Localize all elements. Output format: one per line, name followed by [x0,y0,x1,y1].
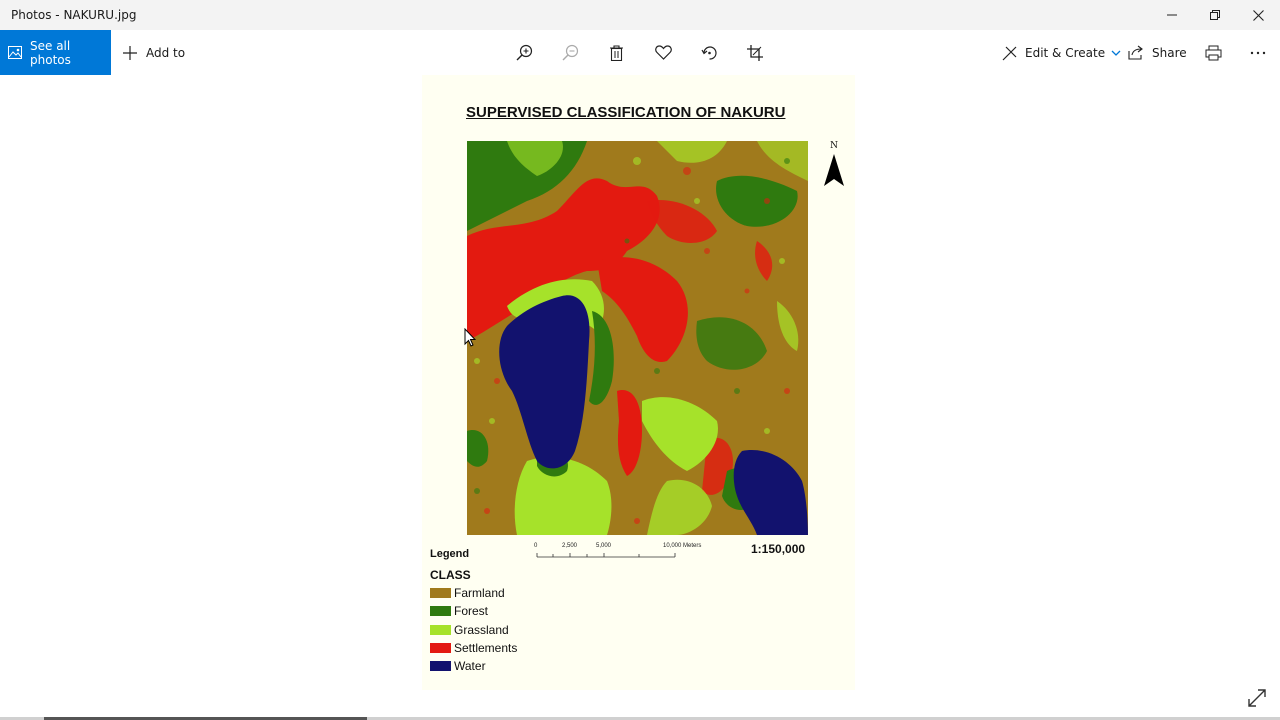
legend-label: Grassland [454,623,509,637]
toolbar: See all photos Add to Edit & Create Shar… [0,30,1280,75]
north-arrow-icon: N [824,141,844,186]
rotate-icon [701,46,717,60]
add-to-label: Add to [146,45,186,60]
legend-swatch [430,643,451,653]
delete-button[interactable] [609,30,624,75]
minimize-icon [1167,14,1177,16]
legend-item-farmland: Farmland [430,586,505,600]
legend-item-settlements: Settlements [430,641,517,655]
trash-icon [610,44,623,61]
edit-create-button[interactable]: Edit & Create [1002,30,1121,75]
legend-swatch [430,606,451,616]
legend-label: Farmland [454,586,505,600]
classification-map [467,141,808,535]
zoom-out-button[interactable] [562,30,579,75]
more-icon [1250,51,1266,54]
minimize-button[interactable] [1150,0,1194,30]
print-button[interactable] [1205,30,1222,75]
mouse-cursor-icon [464,328,476,347]
crop-icon [747,44,763,61]
photo-viewer: SUPERVISED CLASSIFICATION OF NAKURU N 0 … [0,75,1280,720]
rotate-button[interactable] [701,30,718,75]
restore-icon [1210,10,1220,20]
window-title: Photos - NAKURU.jpg [11,8,137,22]
legend-item-grassland: Grassland [430,623,509,637]
displayed-photo[interactable]: SUPERVISED CLASSIFICATION OF NAKURU N 0 … [422,75,855,690]
printer-icon [1205,45,1222,60]
legend-item-water: Water [430,659,486,673]
legend-label: Forest [454,604,489,618]
north-label: N [830,141,838,151]
scale-ratio: 1:150,000 [751,542,806,556]
map-title: SUPERVISED CLASSIFICATION OF NAKURU [466,104,786,121]
scale-tick-10000: 10,000 Meters [663,543,702,549]
edit-create-icon [1002,46,1017,60]
close-button[interactable] [1236,0,1280,30]
close-icon [1252,9,1264,21]
scale-tick-2500: 2,500 [562,543,578,549]
classification-map-image [467,141,808,535]
zoom-out-icon [562,44,579,61]
favorite-button[interactable] [655,30,672,75]
title-bar: Photos - NAKURU.jpg [0,0,1280,30]
heart-icon [655,45,672,60]
share-icon [1128,45,1143,60]
photos-icon [8,46,22,59]
crop-button[interactable] [747,30,763,75]
legend-label: Water [454,659,486,673]
legend-swatch [430,625,451,635]
share-label: Share [1152,45,1187,60]
legend-swatch [430,588,451,598]
more-options-button[interactable] [1250,30,1266,75]
fullscreen-expand-icon[interactable] [1246,687,1268,709]
see-all-photos-button[interactable]: See all photos [0,30,111,75]
legend-label: Settlements [454,641,518,655]
share-button[interactable]: Share [1128,30,1187,75]
zoom-in-button[interactable] [516,30,533,75]
legend-item-forest: Forest [430,604,488,618]
legend-title: Legend [430,548,470,560]
edit-create-label: Edit & Create [1025,45,1106,60]
scale-tick-5000: 5,000 [596,543,612,549]
chevron-down-icon [1111,50,1121,56]
scale-tick-0: 0 [534,543,538,549]
plus-icon [123,45,137,60]
legend-class-heading: CLASS [430,568,471,582]
legend-swatch [430,661,451,671]
add-to-button[interactable]: Add to [122,30,185,75]
see-all-label: See all photos [30,38,71,67]
zoom-in-icon [516,44,533,61]
restore-button[interactable] [1193,0,1237,30]
